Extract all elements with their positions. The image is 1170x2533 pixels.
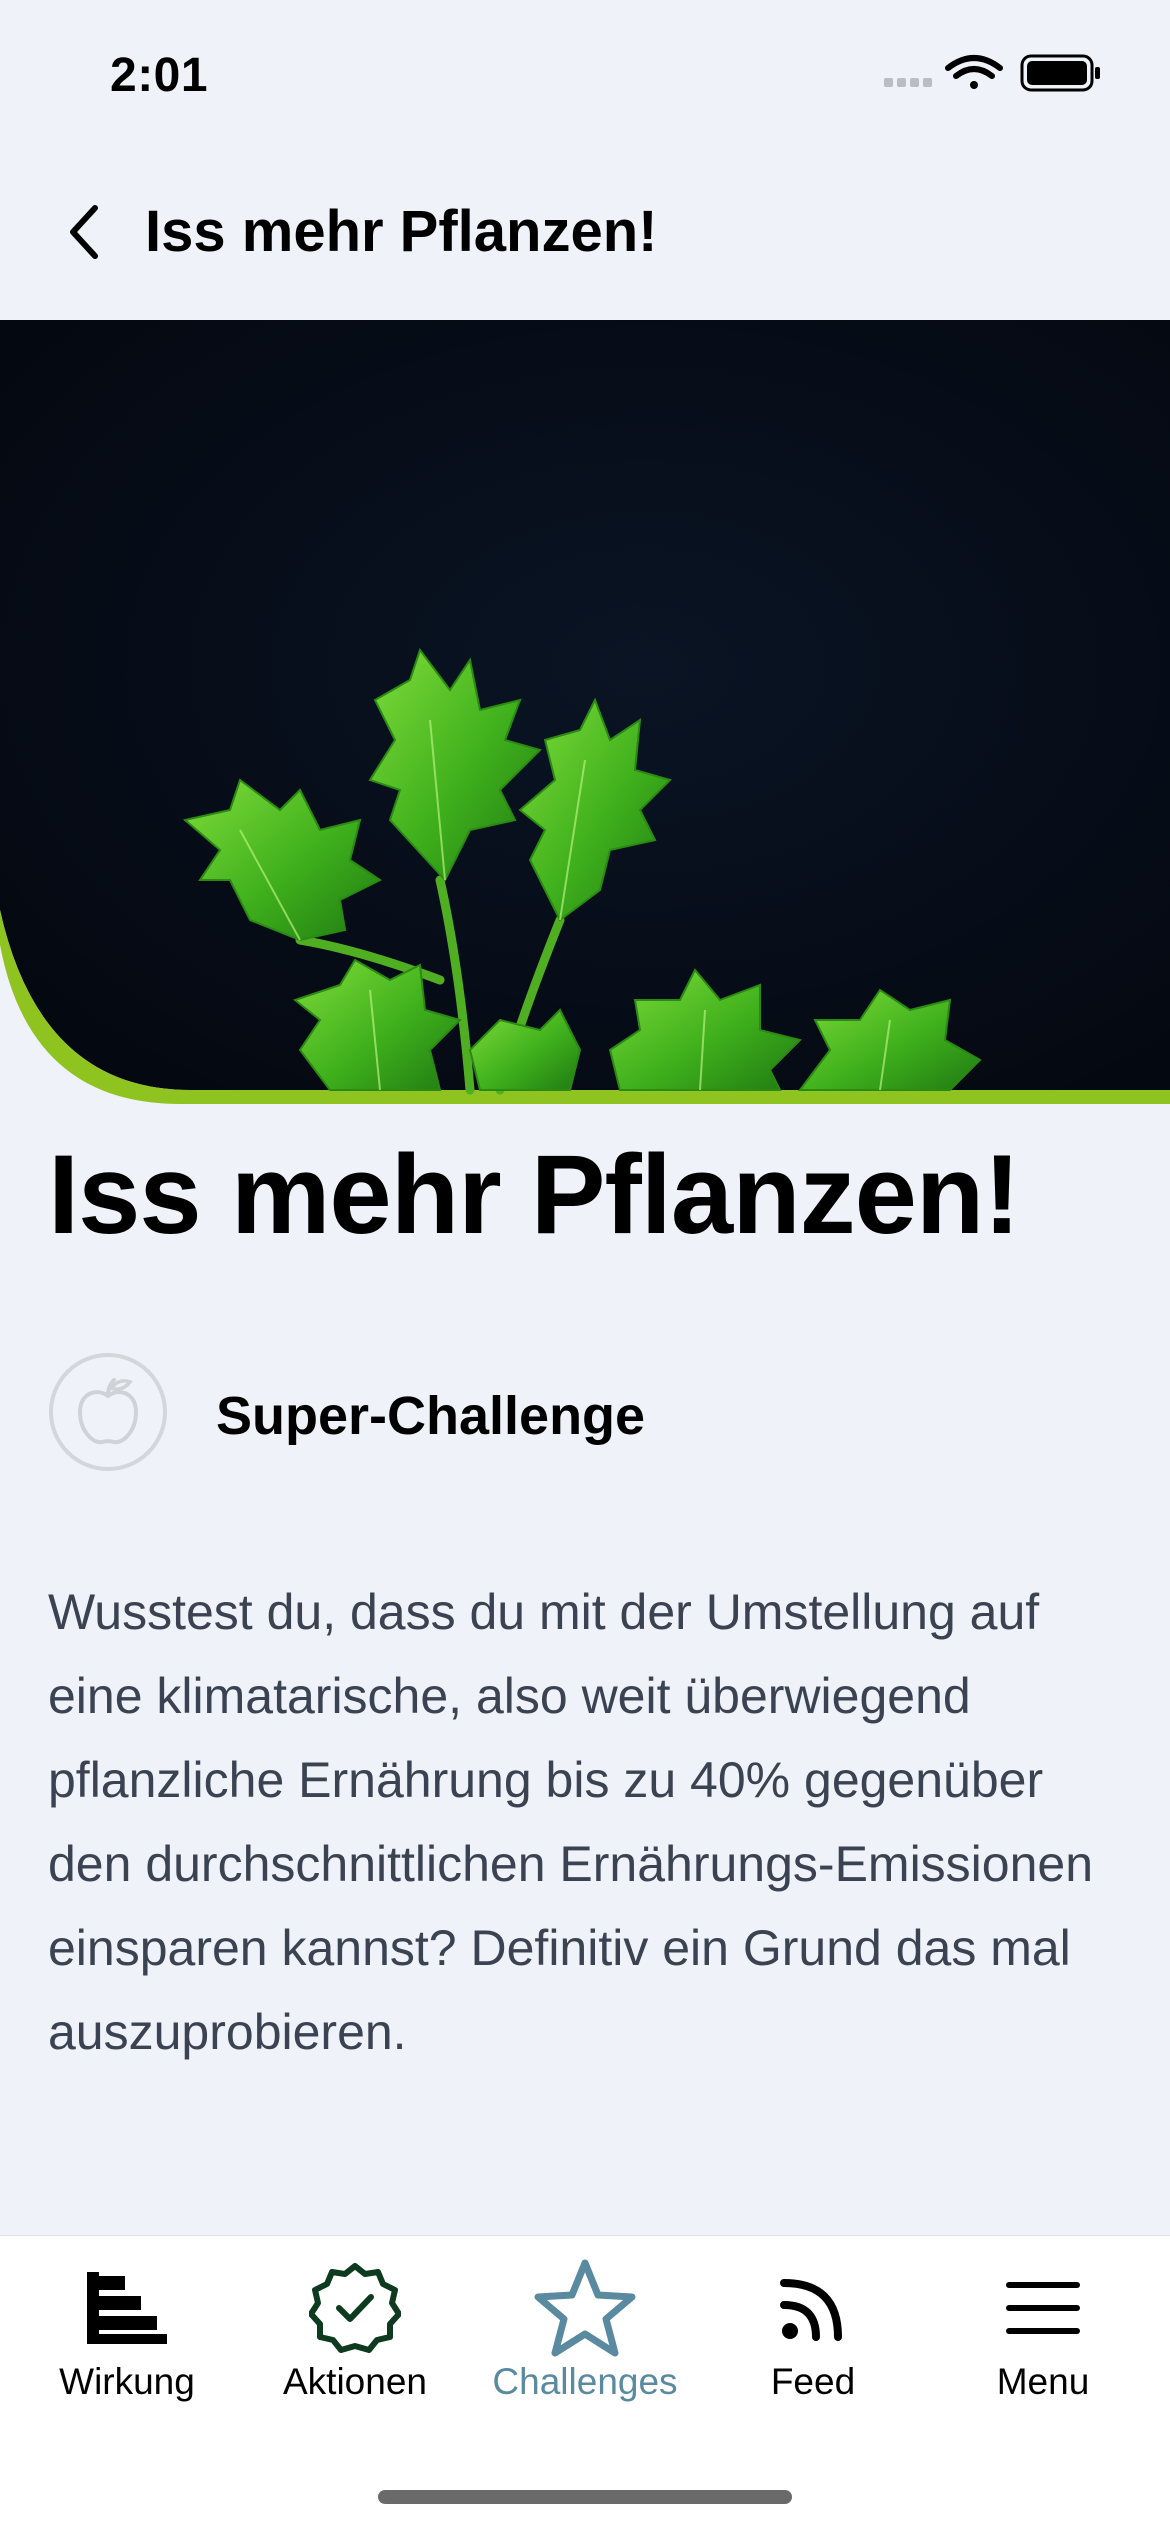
challenge-description: Wusstest du, dass du mit der Umstellung … bbox=[48, 1584, 1094, 2060]
chart-bars-icon bbox=[87, 2272, 167, 2344]
chevron-left-icon bbox=[70, 205, 98, 259]
star-icon bbox=[534, 2259, 636, 2357]
status-bar: 2:01 bbox=[0, 0, 1170, 150]
rss-feed-icon bbox=[780, 2279, 842, 2341]
challenge-type-label: Super-Challenge bbox=[216, 1386, 646, 1446]
status-icons bbox=[884, 54, 1100, 92]
tab-aktionen[interactable]: Aktionen bbox=[238, 2236, 472, 2406]
tab-challenges[interactable]: Challenges bbox=[468, 2236, 702, 2406]
challenge-type: Super-Challenge bbox=[48, 1352, 1128, 1474]
apple-icon bbox=[49, 1353, 167, 1471]
home-indicator bbox=[378, 2490, 792, 2504]
tab-label: Challenges bbox=[492, 2361, 678, 2402]
tab-label: Menu bbox=[996, 2361, 1090, 2402]
wifi-icon bbox=[945, 55, 1003, 89]
signal-icon bbox=[884, 78, 932, 87]
check-badge-icon bbox=[309, 2263, 401, 2353]
tab-label: Aktionen bbox=[283, 2361, 427, 2402]
challenge-title: Iss mehr Pflanzen! bbox=[48, 1132, 1021, 1257]
tab-label: Feed bbox=[770, 2361, 856, 2402]
hamburger-menu-icon bbox=[1006, 2282, 1080, 2334]
status-time: 2:01 bbox=[110, 49, 209, 102]
tab-label: Wirkung bbox=[59, 2361, 195, 2402]
nav-title: Iss mehr Pflanzen! bbox=[145, 199, 658, 264]
battery-icon bbox=[1020, 54, 1100, 92]
plant-leaves-image bbox=[0, 320, 1170, 1104]
tab-wirkung[interactable]: Wirkung bbox=[10, 2236, 244, 2406]
navigation-bar: Iss mehr Pflanzen! bbox=[0, 150, 1170, 320]
tab-bar: Wirkung Aktionen Challenges Feed Menu bbox=[0, 2235, 1170, 2533]
tab-menu[interactable]: Menu bbox=[926, 2236, 1160, 2406]
hero-image bbox=[0, 320, 1170, 1104]
back-button[interactable] bbox=[50, 192, 120, 272]
tab-feed[interactable]: Feed bbox=[696, 2236, 930, 2406]
